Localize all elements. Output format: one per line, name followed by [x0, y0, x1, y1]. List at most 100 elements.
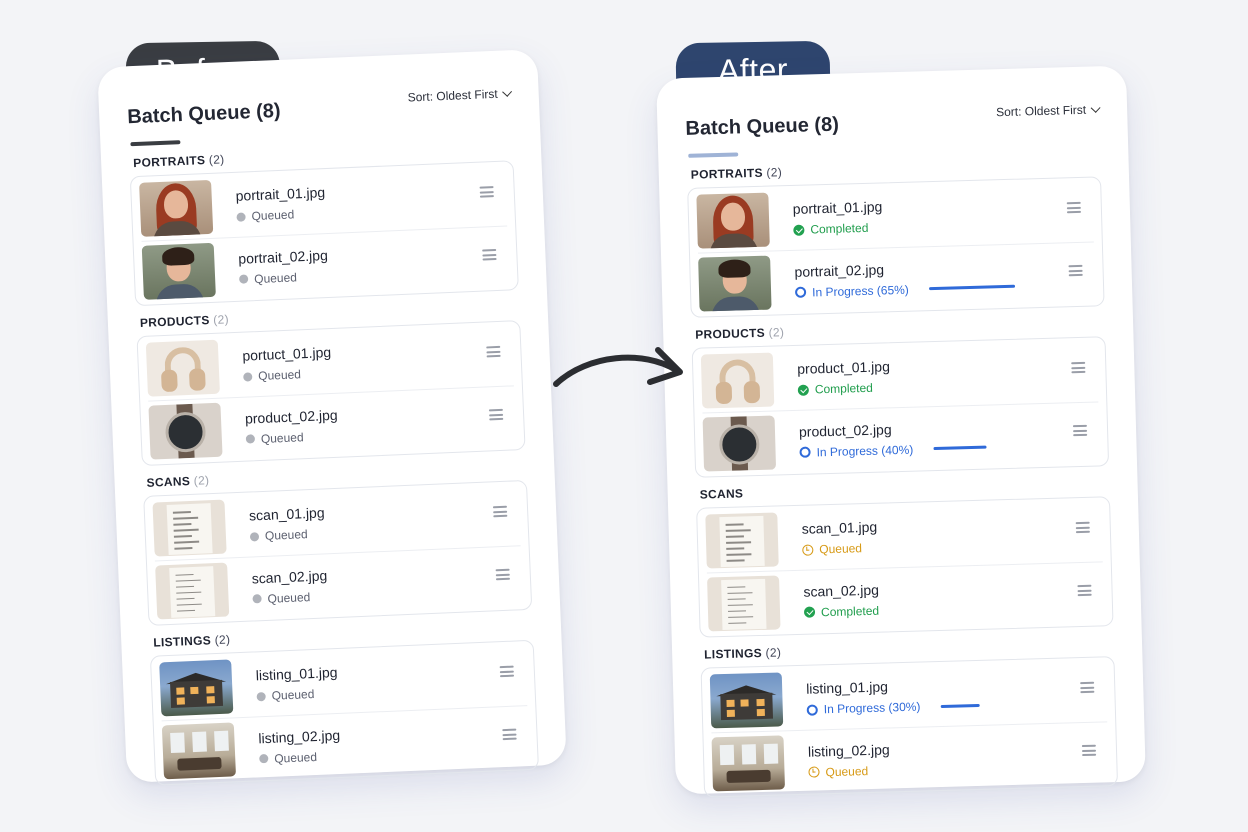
sort-label: Sort: Oldest First: [407, 86, 498, 105]
check-circle-icon: [793, 224, 805, 236]
status-dot-icon: [249, 531, 260, 542]
sort-dropdown[interactable]: Sort: Oldest First: [995, 102, 1101, 120]
drag-handle-icon[interactable]: [488, 408, 504, 421]
title-underline: [688, 152, 739, 158]
file-name: portrait_01.jpg: [792, 198, 883, 217]
clock-icon: [808, 766, 820, 778]
thumbnail-image: [709, 672, 784, 729]
thumbnail-image: [696, 192, 770, 249]
group-list-products: portuct_01.jpg Queued product_02.jpg Queued: [136, 320, 526, 467]
file-name: listing_01.jpg: [805, 678, 889, 697]
status-text: Completed: [820, 603, 880, 619]
status-text: In Progress (30%): [823, 699, 921, 717]
file-name: product_01.jpg: [797, 358, 891, 377]
status-text: Completed: [814, 380, 874, 397]
status-dot-icon: [252, 594, 262, 604]
queue-item-text: portrait_01.jpg Queued: [235, 184, 326, 224]
thumbnail-image: [152, 499, 227, 557]
queue-item-text: portrait_02.jpg In Progress (65%): [794, 257, 1017, 299]
queue-item-text: listing_01.jpg Queued: [255, 664, 338, 703]
drag-handle-icon[interactable]: [1066, 201, 1082, 214]
group-list-listings: listing_01.jpg In Progress (30%) listing_0…: [700, 656, 1119, 798]
drag-handle-icon[interactable]: [479, 186, 494, 198]
drag-handle-icon[interactable]: [1077, 584, 1092, 597]
queue-item[interactable]: scan_02.jpg Completed: [706, 561, 1105, 635]
file-name: scan_02.jpg: [251, 566, 328, 586]
status-badge: Queued: [249, 526, 326, 543]
status-badge: Queued: [252, 589, 328, 606]
drag-handle-icon[interactable]: [1080, 681, 1095, 694]
group-name: PRODUCTS: [139, 313, 210, 330]
group-name: SCANS: [146, 474, 191, 490]
status-text: Completed: [810, 220, 869, 237]
file-name: portuct_01.jpg: [242, 343, 332, 364]
queue-item[interactable]: listing_01.jpg In Progress (30%): [709, 659, 1108, 732]
drag-handle-icon[interactable]: [1071, 361, 1086, 374]
thumbnail-image: [148, 402, 223, 460]
check-circle-icon: [803, 606, 816, 618]
chevron-down-icon: [1090, 102, 1101, 113]
drag-handle-icon[interactable]: [486, 345, 501, 358]
thumbnail-image: [155, 562, 230, 619]
queue-item-text: portrait_02.jpg Queued: [238, 247, 329, 287]
group-name: PORTRAITS: [132, 153, 206, 171]
status-dot-icon: [256, 691, 266, 701]
thumbnail-image: [698, 255, 772, 312]
queue-item-text: listing_02.jpg Queued: [258, 726, 341, 765]
drag-handle-icon[interactable]: [1072, 424, 1088, 437]
thumbnail-image: [161, 721, 236, 779]
status-dot-icon: [259, 753, 269, 764]
drag-handle-icon[interactable]: [482, 248, 497, 261]
file-name: listing_02.jpg: [258, 726, 341, 746]
queue-item[interactable]: scan_01.jpg Queued: [705, 499, 1103, 572]
status-badge: Completed: [797, 380, 891, 397]
progress-ring-icon: [806, 703, 818, 716]
queue-item[interactable]: listing_02.jpg Queued: [711, 721, 1109, 795]
queue-item[interactable]: product_01.jpg Completed: [700, 340, 1099, 413]
thumbnail-image: [705, 512, 779, 569]
drag-handle-icon[interactable]: [1075, 521, 1090, 534]
drag-handle-icon[interactable]: [1081, 744, 1097, 757]
queue-item[interactable]: portrait_02.jpg In Progress (65%): [697, 241, 1096, 315]
panel-header: Batch Queue (8) Sort: Oldest First: [685, 102, 1101, 154]
progress-fill: [928, 284, 1015, 291]
drag-handle-icon[interactable]: [499, 665, 515, 678]
drag-handle-icon[interactable]: [502, 728, 517, 741]
status-badge: Queued: [802, 541, 878, 557]
group-count: (2): [766, 165, 783, 180]
drag-handle-icon[interactable]: [492, 505, 508, 518]
file-name: portrait_02.jpg: [794, 260, 885, 280]
queue-item-text: product_01.jpg Completed: [797, 358, 891, 397]
queue-item-text: product_02.jpg Queued: [245, 406, 339, 446]
file-name: listing_01.jpg: [255, 664, 338, 684]
queue-item[interactable]: product_02.jpg In Progress (40%): [702, 401, 1101, 475]
thumbnail-image: [145, 339, 220, 397]
page-title: Batch Queue (8): [126, 99, 281, 129]
status-dot-icon: [236, 211, 246, 222]
title-underline: [130, 140, 181, 147]
group-list-portraits: portrait_01.jpg Completed portrait_02.jpg I…: [687, 176, 1105, 318]
progress-bar: [928, 284, 1017, 291]
group-name: PRODUCTS: [695, 325, 766, 342]
progress-ring-icon: [794, 286, 807, 298]
queue-item-text: scan_02.jpg Completed: [803, 581, 879, 619]
curved-arrow-right-icon: [553, 347, 683, 387]
batch-queue-panel-before: Batch Queue (8) Sort: Oldest First PORTRAI…: [97, 49, 567, 786]
queue-item[interactable]: portrait_01.jpg Completed: [696, 180, 1094, 253]
group-count: (2): [765, 645, 782, 660]
sort-label: Sort: Oldest First: [995, 102, 1087, 120]
status-badge: Queued: [808, 763, 890, 779]
status-dot-icon: [245, 434, 256, 444]
thumbnail-image: [707, 574, 781, 631]
file-name: portrait_02.jpg: [237, 246, 329, 267]
drag-handle-icon[interactable]: [1068, 264, 1083, 277]
queue-item-text: portuct_01.jpg Queued: [242, 344, 332, 384]
thumbnail-image: [159, 659, 234, 717]
status-text: In Progress (65%): [811, 282, 909, 299]
status-text: Queued: [253, 269, 298, 286]
drag-handle-icon[interactable]: [495, 568, 511, 581]
status-badge: Completed: [803, 603, 880, 619]
progress-fill: [933, 445, 987, 451]
queue-item-text: scan_01.jpg Queued: [249, 504, 326, 543]
sort-dropdown[interactable]: Sort: Oldest First: [407, 86, 513, 105]
